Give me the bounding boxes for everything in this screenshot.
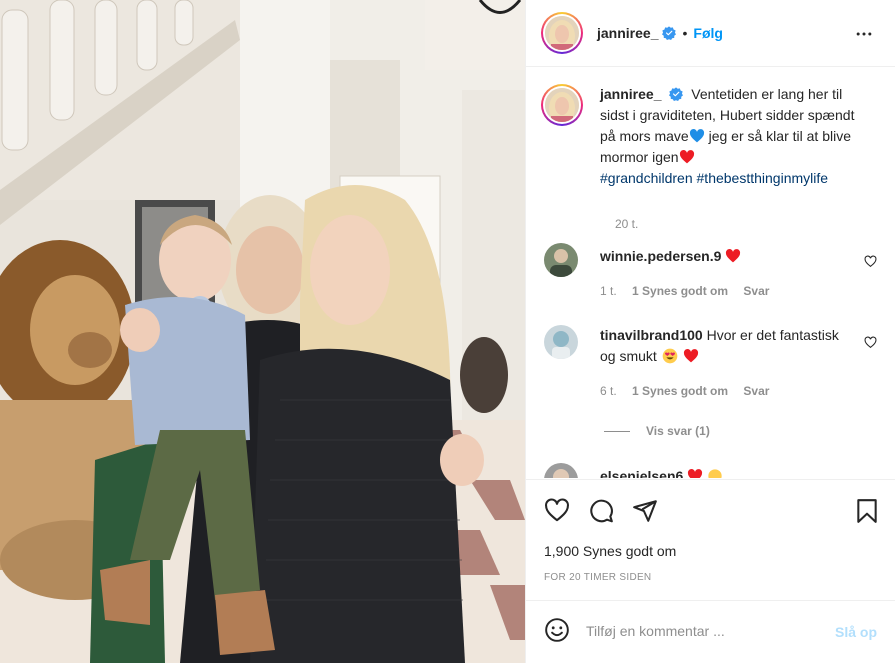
- comment-time[interactable]: 6 t.: [600, 384, 617, 398]
- comments-list[interactable]: janniree_ Ventetiden er lang her til sid…: [526, 68, 895, 478]
- post-side-panel: janniree_ • Følg janniree_ Ventetiden er…: [525, 0, 895, 663]
- red-heart-icon: [688, 469, 703, 478]
- follow-button[interactable]: Følg: [693, 25, 723, 41]
- heart-eyes-emoji-icon: [662, 348, 678, 364]
- caption-timestamp[interactable]: 20 t.: [615, 217, 638, 231]
- author-username[interactable]: janniree_: [597, 25, 658, 41]
- reply-button[interactable]: Svar: [743, 284, 769, 298]
- red-heart-icon: [679, 150, 694, 164]
- author-avatar-image: [545, 16, 579, 50]
- comment-text: elsenielsen6: [600, 466, 850, 478]
- post-image: [0, 0, 525, 663]
- comment-like-icon[interactable]: [864, 336, 877, 349]
- hashtag-link[interactable]: #thebestthinginmylife: [697, 170, 829, 186]
- share-icon[interactable]: [632, 498, 658, 524]
- comment-icon[interactable]: [588, 498, 614, 524]
- caption-avatar[interactable]: [541, 84, 583, 126]
- comment-input[interactable]: [586, 619, 826, 643]
- caption-username[interactable]: janniree_: [600, 86, 661, 102]
- verified-badge-icon: [669, 87, 684, 101]
- separator-dot: •: [682, 25, 688, 41]
- commenter-avatar[interactable]: [544, 463, 578, 478]
- commenter-username[interactable]: elsenielsen6: [600, 468, 683, 478]
- view-replies-label: Vis svar (1): [646, 424, 710, 438]
- commenter-avatar[interactable]: [544, 325, 578, 359]
- post-photo[interactable]: [0, 0, 525, 663]
- comment-meta: 6 t. 1 Synes godt om Svar: [600, 384, 781, 398]
- post-comment-button[interactable]: Slå op: [835, 624, 877, 640]
- caption-text: janniree_ Ventetiden er lang her til sid…: [600, 84, 870, 189]
- author-avatar[interactable]: [541, 12, 583, 54]
- comment-like-icon[interactable]: [864, 255, 877, 268]
- comment-meta: 1 t. 1 Synes godt om Svar: [600, 284, 781, 298]
- clapping-emoji-icon: [708, 469, 722, 478]
- verified-badge-icon: [662, 26, 677, 40]
- more-horizontal-icon[interactable]: [854, 24, 874, 44]
- blue-heart-icon: [689, 129, 704, 143]
- reply-button[interactable]: Svar: [743, 384, 769, 398]
- replies-divider: [604, 430, 630, 432]
- comment-text: tinavilbrand100 Hvor er det fantastisk o…: [600, 325, 850, 367]
- commenter-avatar[interactable]: [544, 243, 578, 277]
- caption-avatar-image: [545, 88, 579, 122]
- heart-icon[interactable]: [544, 498, 570, 524]
- add-comment-bar: Slå op: [526, 600, 895, 663]
- comment-likes[interactable]: 1 Synes godt om: [632, 284, 728, 298]
- post-actions: 1,900 Synes godt om FOR 20 TIMER SIDEN: [526, 479, 895, 599]
- commenter-username[interactable]: winnie.pedersen.9: [600, 248, 721, 264]
- emoji-icon[interactable]: [544, 617, 570, 643]
- bookmark-icon[interactable]: [854, 498, 880, 524]
- post-timestamp[interactable]: FOR 20 TIMER SIDEN: [544, 572, 651, 583]
- red-heart-icon: [683, 349, 698, 363]
- view-replies-button[interactable]: Vis svar (1): [604, 424, 710, 438]
- post-header: janniree_ • Følg: [526, 0, 895, 67]
- hashtag-link[interactable]: #grandchildren: [600, 170, 693, 186]
- likes-count[interactable]: 1,900 Synes godt om: [544, 543, 676, 559]
- comment-text: winnie.pedersen.9: [600, 246, 850, 267]
- commenter-username[interactable]: tinavilbrand100: [600, 327, 703, 343]
- red-heart-icon: [726, 249, 741, 263]
- comment-time[interactable]: 1 t.: [600, 284, 617, 298]
- comment-likes[interactable]: 1 Synes godt om: [632, 384, 728, 398]
